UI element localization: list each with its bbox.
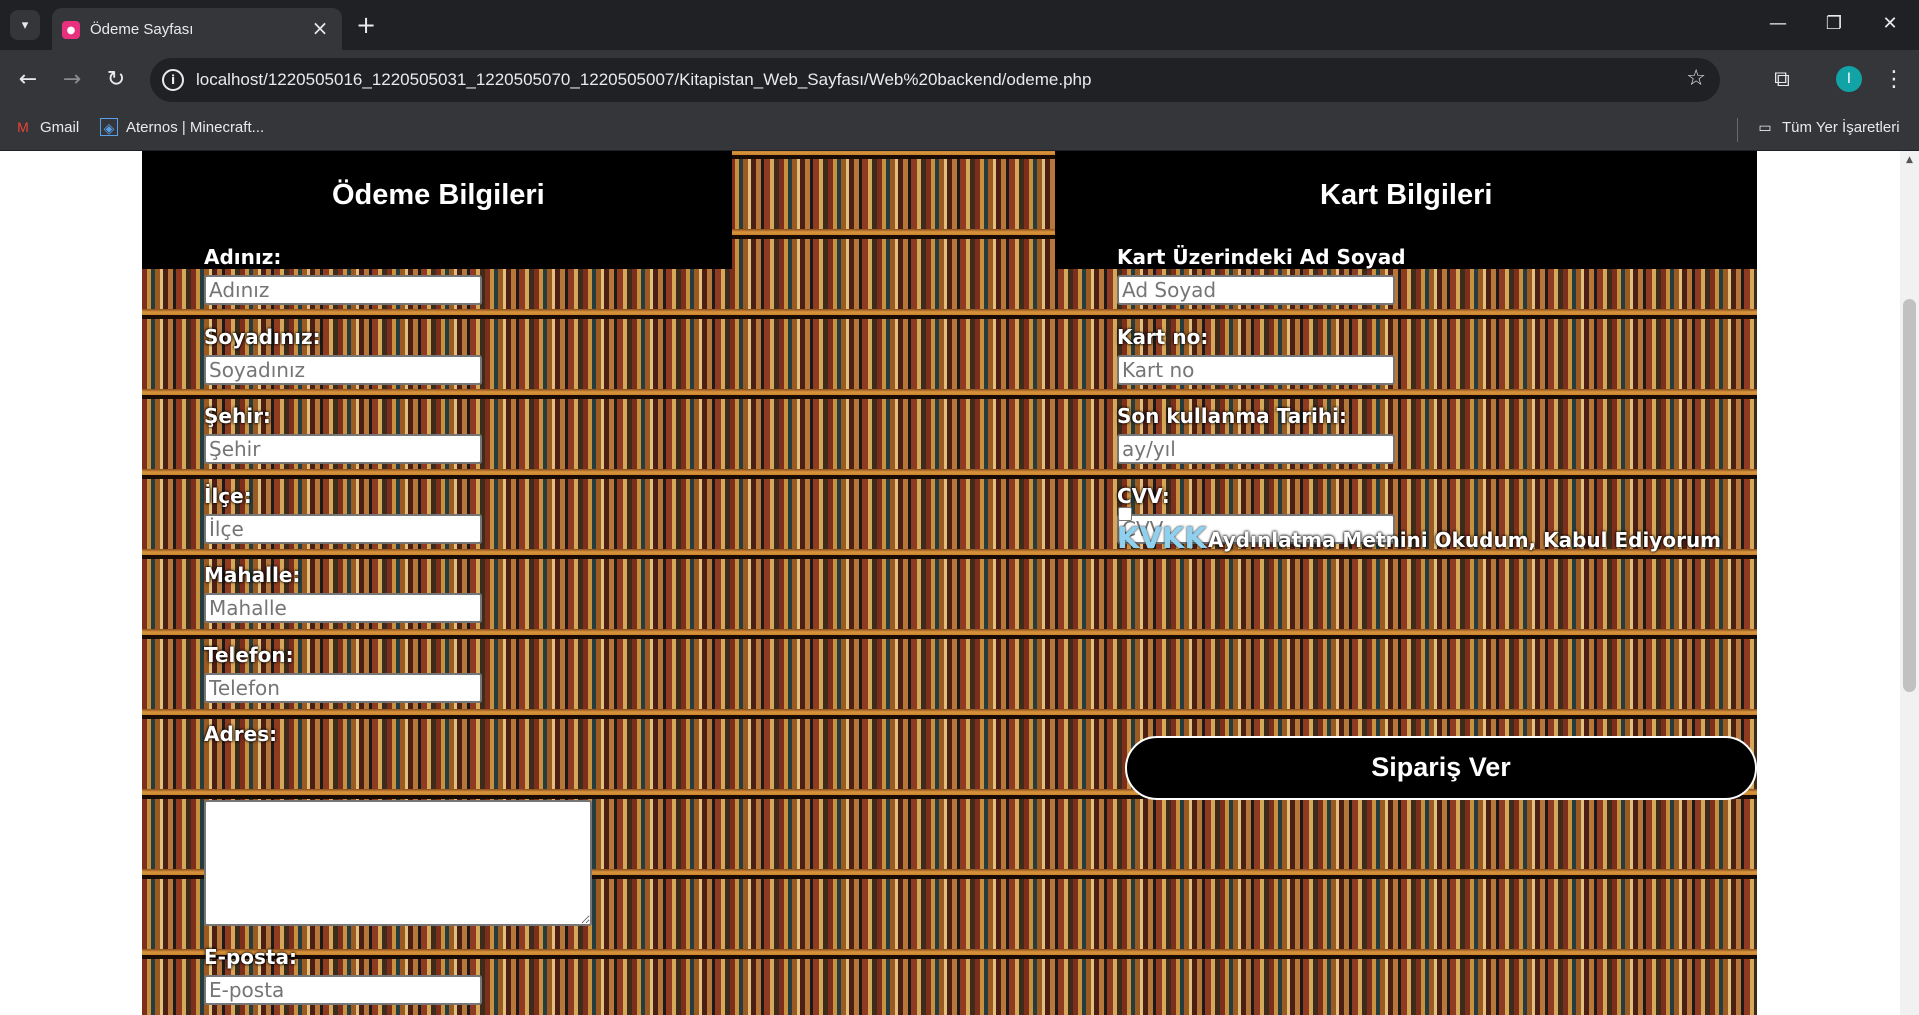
info-icon[interactable]: i xyxy=(162,69,184,91)
tab-search-button[interactable]: ▾ xyxy=(10,10,40,40)
page-scrollbar[interactable]: ▲ xyxy=(1900,151,1919,1015)
phone-input[interactable] xyxy=(204,673,482,703)
district-label: İlçe: xyxy=(204,484,252,508)
place-order-button[interactable]: Sipariş Ver xyxy=(1125,736,1757,800)
expiry-label: Son kullanma Tarihi: xyxy=(1117,404,1347,428)
favicon-icon: ● xyxy=(62,21,80,39)
card-title: Kart Bilgileri xyxy=(1320,179,1493,211)
forward-arrow-icon[interactable]: → xyxy=(56,64,88,96)
expiry-input[interactable] xyxy=(1117,434,1395,464)
folder-icon: ▭ xyxy=(1758,119,1772,135)
neighborhood-label: Mahalle: xyxy=(204,563,301,587)
city-label: Şehir: xyxy=(204,404,271,428)
neighborhood-input[interactable] xyxy=(204,593,482,623)
close-window-icon[interactable]: ✕ xyxy=(1862,0,1918,48)
bookmark-gmail[interactable]: M Gmail xyxy=(14,118,79,136)
scroll-up-arrow-icon[interactable]: ▲ xyxy=(1900,151,1919,169)
active-tab[interactable]: ● Ödeme Sayfası × xyxy=(52,8,342,50)
address-label: Adres: xyxy=(204,722,278,746)
kvkk-consent-text: Aydınlatma Metnini Okudum, Kabul Ediyoru… xyxy=(1208,528,1722,552)
phone-label: Telefon: xyxy=(204,643,294,667)
address-textarea[interactable] xyxy=(204,800,592,926)
card-number-input[interactable] xyxy=(1117,355,1395,385)
kvkk-checkbox[interactable] xyxy=(1118,507,1132,521)
card-holder-input[interactable] xyxy=(1117,275,1395,305)
last-name-label: Soyadınız: xyxy=(204,325,321,349)
new-tab-plus-icon[interactable]: + xyxy=(352,12,380,40)
bookmark-label: Gmail xyxy=(40,118,80,136)
email-label: E-posta: xyxy=(204,945,297,969)
page-viewport: Ödeme Bilgileri Kart Bilgileri Adınız: S… xyxy=(0,151,1900,1015)
payment-title: Ödeme Bilgileri xyxy=(332,179,545,211)
reload-icon[interactable]: ↻ xyxy=(100,64,132,96)
city-input[interactable] xyxy=(204,434,482,464)
close-tab-icon[interactable]: × xyxy=(308,16,332,40)
scroll-thumb[interactable] xyxy=(1903,299,1916,692)
bookmarks-bar: M Gmail ◈ Aternos | Minecraft... ▭ Tüm Y… xyxy=(0,110,1919,151)
card-holder-label: Kart Üzerindeki Ad Soyad xyxy=(1117,245,1406,269)
url-text[interactable]: localhost/1220505016_1220505031_12205050… xyxy=(196,70,1091,90)
email-input[interactable] xyxy=(204,975,482,1005)
aternos-icon: ◈ xyxy=(100,118,118,136)
first-name-label: Adınız: xyxy=(204,245,282,269)
kvkk-link[interactable]: KVKK xyxy=(1117,521,1207,555)
last-name-input[interactable] xyxy=(204,355,482,385)
bookmarks-divider xyxy=(1737,118,1738,142)
back-arrow-icon[interactable]: ← xyxy=(12,64,44,96)
bookmark-label: Tüm Yer İşaretleri xyxy=(1782,118,1900,136)
profile-avatar[interactable]: I xyxy=(1836,66,1862,92)
card-number-label: Kart no: xyxy=(1117,325,1209,349)
all-bookmarks[interactable]: ▭ Tüm Yer İşaretleri xyxy=(1756,118,1900,136)
minimize-icon[interactable]: — xyxy=(1750,0,1806,48)
restore-icon[interactable]: ❐ xyxy=(1806,0,1862,48)
browser-toolbar: ← → ↻ i localhost/1220505016_1220505031_… xyxy=(0,50,1919,110)
more-menu-icon[interactable]: ⋮ xyxy=(1880,64,1908,96)
bookmark-aternos[interactable]: ◈ Aternos | Minecraft... xyxy=(100,118,264,136)
bookmark-star-icon[interactable]: ☆ xyxy=(1686,66,1706,91)
gmail-icon: M xyxy=(17,119,29,135)
chevron-down-icon: ▾ xyxy=(21,17,29,33)
bookmark-label: Aternos | Minecraft... xyxy=(126,118,265,136)
district-input[interactable] xyxy=(204,514,482,544)
cvv-label: CVV: xyxy=(1117,484,1170,508)
address-bar[interactable]: i localhost/1220505016_1220505031_122050… xyxy=(150,58,1720,102)
extensions-puzzle-icon[interactable]: ⧉ xyxy=(1766,64,1798,96)
tab-strip: ▾ ● Ödeme Sayfası × + — ❐ ✕ xyxy=(0,0,1919,50)
tab-title: Ödeme Sayfası xyxy=(90,21,194,38)
first-name-input[interactable] xyxy=(204,275,482,305)
